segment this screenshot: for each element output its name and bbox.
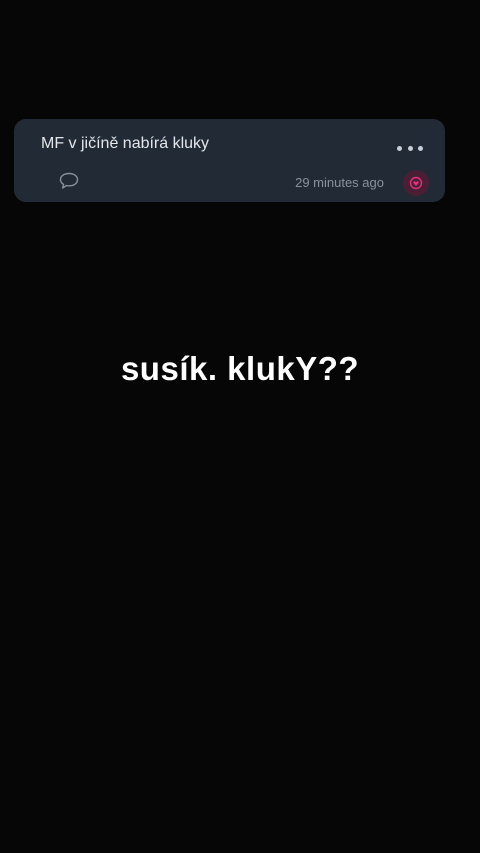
comment-button[interactable]	[58, 171, 80, 191]
speech-bubble-icon	[59, 172, 79, 189]
story-caption: susík. klukY??	[120, 350, 360, 387]
react-button[interactable]	[403, 170, 429, 196]
ellipsis-icon	[397, 145, 402, 151]
post-text: MF v jičíně nabírá kluky	[41, 135, 210, 152]
post-card[interactable]: MF v jičíně nabírá kluky 29 minutes ago	[14, 119, 445, 202]
heart-icon	[409, 176, 423, 190]
ellipsis-icon-dot	[407, 145, 413, 151]
more-options-button[interactable]	[397, 139, 423, 157]
post-timestamp: 29 minutes ago	[295, 175, 384, 190]
ellipsis-icon-dot	[418, 145, 423, 151]
